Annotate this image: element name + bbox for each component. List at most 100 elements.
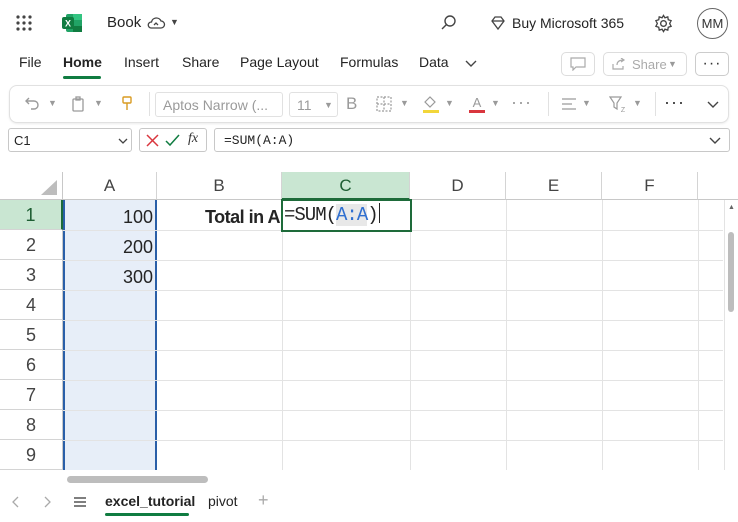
column-header-c[interactable]: C	[282, 172, 410, 200]
more-options-button[interactable]: ···	[695, 52, 729, 76]
font-color-icon[interactable]: A	[468, 94, 486, 114]
divider	[548, 92, 549, 116]
title-chevron-down-icon[interactable]: ▼	[170, 17, 179, 27]
all-sheets-menu-icon[interactable]	[73, 496, 87, 508]
horizontal-scroll-thumb[interactable]	[67, 476, 208, 483]
search-icon[interactable]	[440, 14, 458, 32]
menu-bar: File Home Insert Share Page Layout Formu…	[0, 46, 738, 82]
format-painter-icon[interactable]	[119, 96, 135, 112]
spreadsheet-grid: A B C D E F 1 2 3 4 5 6 7 8 9 100 200 30…	[0, 172, 738, 470]
cancel-x-icon[interactable]	[146, 134, 159, 147]
gridline	[698, 200, 699, 470]
menu-share[interactable]: Share	[182, 54, 219, 70]
column-header-f[interactable]: F	[602, 172, 698, 200]
row-header-1[interactable]: 1	[0, 200, 63, 230]
gridline	[63, 410, 723, 411]
vertical-scrollbar[interactable]: ▲	[724, 200, 738, 470]
cell-b1[interactable]: Total in A	[160, 202, 281, 232]
sheet-tab-pivot[interactable]: pivot	[208, 493, 238, 509]
insert-function-fx-icon[interactable]: fx	[188, 131, 198, 147]
ribbon-toolbar: ▼ ▼ Aptos Narrow (... 11 ▼ B ▼ ▼ A ▼ ···…	[9, 85, 729, 123]
font-more-icon[interactable]: ···	[511, 92, 532, 113]
align-icon[interactable]	[561, 97, 577, 111]
add-sheet-plus-icon[interactable]: +	[258, 490, 269, 511]
row-header-2[interactable]: 2	[0, 230, 63, 260]
row-header-8[interactable]: 8	[0, 410, 63, 440]
row-header-3[interactable]: 3	[0, 260, 63, 290]
expand-formula-chevron-icon[interactable]	[709, 137, 721, 145]
ribbon-more-icon[interactable]: ···	[664, 92, 685, 113]
bold-icon[interactable]: B	[346, 94, 357, 114]
comments-button[interactable]	[561, 52, 595, 76]
gridline	[602, 200, 603, 470]
gridline	[63, 350, 723, 351]
menu-insert[interactable]: Insert	[124, 54, 159, 70]
cloud-sync-icon[interactable]	[146, 14, 166, 32]
sheet-tab-label: excel_tutorial	[105, 493, 196, 509]
row-header-4[interactable]: 4	[0, 290, 63, 320]
sheet-prev-chevron-icon[interactable]	[10, 496, 20, 508]
menu-data[interactable]: Data	[419, 54, 449, 70]
row-header-5[interactable]: 5	[0, 320, 63, 350]
workbook-title[interactable]: Book	[107, 14, 141, 31]
formula-range-reference: A:A	[336, 204, 368, 226]
app-launcher-icon[interactable]	[15, 14, 33, 32]
paste-icon[interactable]	[70, 96, 86, 112]
cell-a2[interactable]: 200	[65, 232, 153, 262]
share-label: Share	[632, 57, 667, 72]
sort-filter-chevron-icon[interactable]: ▼	[633, 98, 642, 108]
cell-a1[interactable]: 100	[65, 202, 153, 232]
expand-ribbon-icon[interactable]	[707, 100, 719, 110]
settings-gear-icon[interactable]	[654, 14, 673, 33]
fill-color-icon[interactable]	[422, 94, 440, 114]
active-tab-underline	[63, 76, 101, 79]
column-header-e[interactable]: E	[506, 172, 602, 200]
column-header-g[interactable]	[698, 172, 738, 200]
active-cell-c1[interactable]: =SUM(A:A)	[281, 199, 412, 232]
formula-input[interactable]: =SUM(A:A)	[214, 128, 730, 152]
borders-chevron-icon[interactable]: ▼	[400, 98, 409, 108]
row-header-7[interactable]: 7	[0, 380, 63, 410]
font-size-select[interactable]: 11 ▼	[289, 92, 338, 117]
row-header-6[interactable]: 6	[0, 350, 63, 380]
vertical-scroll-thumb[interactable]	[728, 232, 734, 312]
svg-text:A: A	[473, 95, 482, 110]
cell-editor[interactable]: =SUM(A:A)	[284, 203, 380, 226]
row-header-9[interactable]: 9	[0, 440, 63, 470]
column-header-d[interactable]: D	[410, 172, 506, 200]
cell-a3[interactable]: 300	[65, 262, 153, 292]
paste-chevron-icon[interactable]: ▼	[94, 98, 103, 108]
column-header-a[interactable]: A	[63, 172, 157, 200]
text-cursor	[378, 203, 380, 223]
name-box-chevron-icon	[118, 137, 128, 145]
formula-suffix: )	[367, 204, 378, 226]
buy-microsoft-365-link[interactable]: Buy Microsoft 365	[512, 15, 624, 31]
select-all-corner[interactable]	[0, 172, 63, 200]
share-button[interactable]: Share ▼	[603, 52, 687, 76]
align-chevron-icon[interactable]: ▼	[582, 98, 591, 108]
formula-input-value: =SUM(A:A)	[224, 133, 295, 148]
sheet-next-chevron-icon[interactable]	[43, 496, 53, 508]
undo-chevron-icon[interactable]: ▼	[48, 98, 57, 108]
enter-check-icon[interactable]	[165, 134, 180, 147]
borders-icon[interactable]	[376, 96, 392, 112]
svg-text:X: X	[65, 19, 71, 29]
gridline	[63, 320, 723, 321]
column-header-b[interactable]: B	[157, 172, 282, 200]
menu-formulas[interactable]: Formulas	[340, 54, 398, 70]
menu-home[interactable]: Home	[63, 54, 102, 70]
gridline	[410, 200, 411, 470]
scroll-up-icon[interactable]: ▲	[728, 204, 735, 211]
svg-text:Z: Z	[621, 107, 626, 113]
more-tabs-chevron-icon[interactable]	[465, 58, 477, 70]
account-avatar[interactable]: MM	[697, 8, 728, 39]
font-color-chevron-icon[interactable]: ▼	[491, 98, 500, 108]
fill-color-chevron-icon[interactable]: ▼	[445, 98, 454, 108]
font-name-select[interactable]: Aptos Narrow (...	[155, 92, 283, 117]
name-box[interactable]: C1	[8, 128, 132, 152]
sort-filter-icon[interactable]: Z	[609, 95, 627, 113]
menu-file[interactable]: File	[19, 54, 42, 70]
undo-icon[interactable]	[24, 96, 40, 112]
menu-page-layout[interactable]: Page Layout	[240, 54, 319, 70]
sheet-tab-excel-tutorial[interactable]: excel_tutorial	[105, 493, 196, 516]
